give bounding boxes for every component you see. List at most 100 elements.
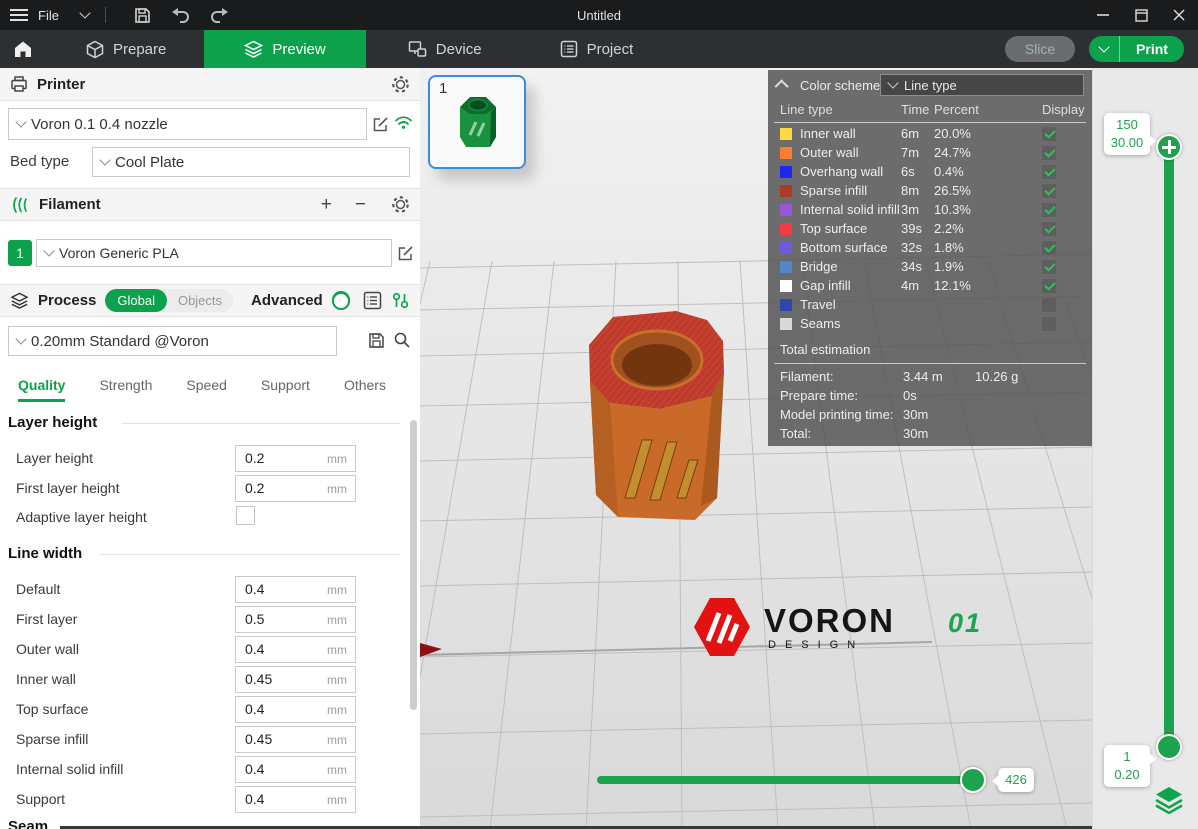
display-checkbox[interactable]	[1042, 146, 1056, 160]
preview-3d-viewport[interactable]: VORON DESIGN 01 1 Color scheme	[420, 68, 1198, 829]
file-menu-chevron-icon[interactable]	[79, 7, 90, 18]
printer-section-header: Printer	[0, 68, 420, 101]
display-checkbox[interactable]	[1042, 317, 1056, 331]
redo-icon[interactable]	[210, 8, 229, 23]
tab-prepare[interactable]: Prepare	[60, 30, 192, 68]
layers-icon	[244, 40, 263, 59]
legend-row: Inner wall6m20.0%	[768, 124, 1092, 143]
display-checkbox[interactable]	[1042, 184, 1056, 198]
line-type-swatch	[780, 128, 792, 140]
view-list-icon[interactable]	[363, 291, 382, 310]
slice-button[interactable]: Slice	[1005, 36, 1075, 62]
compare-presets-icon[interactable]	[391, 291, 410, 310]
tab-device[interactable]: Device	[382, 30, 508, 68]
add-filament-button[interactable]: +	[321, 194, 332, 216]
save-preset-icon[interactable]	[368, 332, 385, 349]
tab-strength[interactable]: Strength	[99, 377, 152, 402]
step-slider-track[interactable]	[597, 776, 985, 784]
display-checkbox[interactable]	[1042, 222, 1056, 236]
hamburger-menu-icon[interactable]	[10, 8, 28, 22]
display-checkbox[interactable]	[1042, 203, 1056, 217]
tab-preview[interactable]: Preview	[204, 30, 365, 68]
filament-preset-select[interactable]: Voron Generic PLA	[36, 239, 392, 267]
line-width-internal-solid-infill-input[interactable]: 0.4mm	[235, 756, 356, 783]
display-checkbox[interactable]	[1042, 260, 1056, 274]
bed-type-value: Cool Plate	[115, 154, 184, 171]
tab-project[interactable]: Project	[534, 30, 660, 68]
close-button[interactable]	[1160, 0, 1198, 30]
process-preset-select[interactable]: 0.20mm Standard @Voron	[8, 326, 337, 356]
display-checkbox[interactable]	[1042, 127, 1056, 141]
edit-printer-icon[interactable]	[372, 116, 389, 133]
edit-filament-icon[interactable]	[397, 245, 414, 262]
print-dropdown-button[interactable]	[1089, 36, 1120, 62]
tab-quality[interactable]: Quality	[18, 377, 65, 402]
advanced-label: Advanced	[251, 292, 323, 309]
legend-row: Gap infill4m12.1%	[768, 276, 1092, 295]
tab-speed[interactable]: Speed	[186, 377, 226, 402]
minimize-button[interactable]	[1084, 0, 1122, 30]
save-icon[interactable]	[134, 7, 151, 24]
display-checkbox[interactable]	[1042, 298, 1056, 312]
bed-type-select[interactable]: Cool Plate	[92, 147, 410, 177]
display-checkbox[interactable]	[1042, 279, 1056, 293]
line-width-sparse-infill-input[interactable]: 0.45mm	[235, 726, 356, 753]
device-icon	[408, 40, 427, 58]
line-width-first-layer-input[interactable]: 0.5mm	[235, 606, 356, 633]
first-layer-height-input[interactable]: 0.2 mm	[235, 475, 356, 502]
tab-support[interactable]: Support	[261, 377, 310, 402]
layer-height-input[interactable]: 0.2 mm	[235, 445, 356, 472]
scope-global-button[interactable]: Global	[105, 289, 167, 312]
adaptive-layer-height-checkbox[interactable]	[236, 506, 255, 525]
remove-filament-button[interactable]: −	[355, 194, 366, 216]
line-width-outer-wall-input[interactable]: 0.4mm	[235, 636, 356, 663]
print-button[interactable]: Print	[1120, 36, 1184, 62]
maximize-button[interactable]	[1122, 0, 1160, 30]
title-bar: File Untitled	[0, 0, 1198, 30]
layer-slider-top-value: 15030.00	[1104, 113, 1150, 155]
process-scope-toggle: Global Objects	[105, 289, 233, 312]
tooltip-pointer	[992, 775, 999, 787]
line-width-support-input[interactable]: 0.4mm	[235, 786, 356, 813]
layer-height-group-title: Layer height	[8, 414, 97, 431]
line-width-default-input[interactable]: 0.4mm	[235, 576, 356, 603]
sidebar-scrollbar[interactable]	[410, 420, 417, 710]
line-type-swatch	[780, 223, 792, 235]
display-checkbox[interactable]	[1042, 165, 1056, 179]
search-settings-icon[interactable]	[393, 331, 411, 349]
printer-settings-gear-icon[interactable]	[391, 75, 410, 94]
legend-divider	[774, 363, 1086, 364]
display-checkbox[interactable]	[1042, 241, 1056, 255]
color-scheme-select[interactable]: Line type	[880, 74, 1084, 96]
legend-column-headers: Line type Time Percent Display	[768, 102, 1092, 121]
tab-others[interactable]: Others	[344, 377, 386, 402]
line-width-inner-wall-input[interactable]: 0.45mm	[235, 666, 356, 693]
sliced-model[interactable]	[589, 311, 724, 520]
layer-slider-top-handle[interactable]	[1156, 134, 1182, 160]
chevron-down-icon	[15, 116, 26, 127]
wifi-connection-icon[interactable]	[394, 114, 413, 130]
line-width-top-surface-input[interactable]: 0.4mm	[235, 696, 356, 723]
undo-icon[interactable]	[171, 8, 190, 23]
group-divider	[122, 423, 400, 424]
cube-icon	[86, 40, 104, 59]
advanced-toggle[interactable]	[332, 291, 350, 310]
step-slider-handle[interactable]	[960, 767, 986, 793]
layer-slider-track[interactable]	[1164, 147, 1174, 748]
layer-view-icon[interactable]	[1154, 786, 1184, 814]
process-tab-strip: Quality Strength Speed Support Others	[0, 368, 420, 402]
filament-slot-badge[interactable]: 1	[8, 240, 32, 266]
plate-thumbnail[interactable]: 1	[428, 75, 526, 169]
printer-preset-select[interactable]: Voron 0.1 0.4 nozzle	[8, 108, 367, 140]
input-value: 0.2	[245, 450, 264, 466]
filament-settings-gear-icon[interactable]	[391, 195, 410, 214]
scope-objects-button[interactable]: Objects	[167, 293, 233, 308]
file-menu[interactable]: File	[38, 8, 59, 23]
layer-slider-bottom-handle[interactable]	[1156, 734, 1182, 760]
home-button[interactable]	[0, 30, 46, 68]
setting-label: Top surface	[16, 701, 88, 717]
total-row: Filament:3.44 m10.26 g	[768, 367, 1092, 386]
collapse-panel-icon[interactable]	[775, 79, 789, 93]
legend-row: Internal solid infill3m10.3%	[768, 200, 1092, 219]
chevron-down-icon	[15, 333, 26, 344]
